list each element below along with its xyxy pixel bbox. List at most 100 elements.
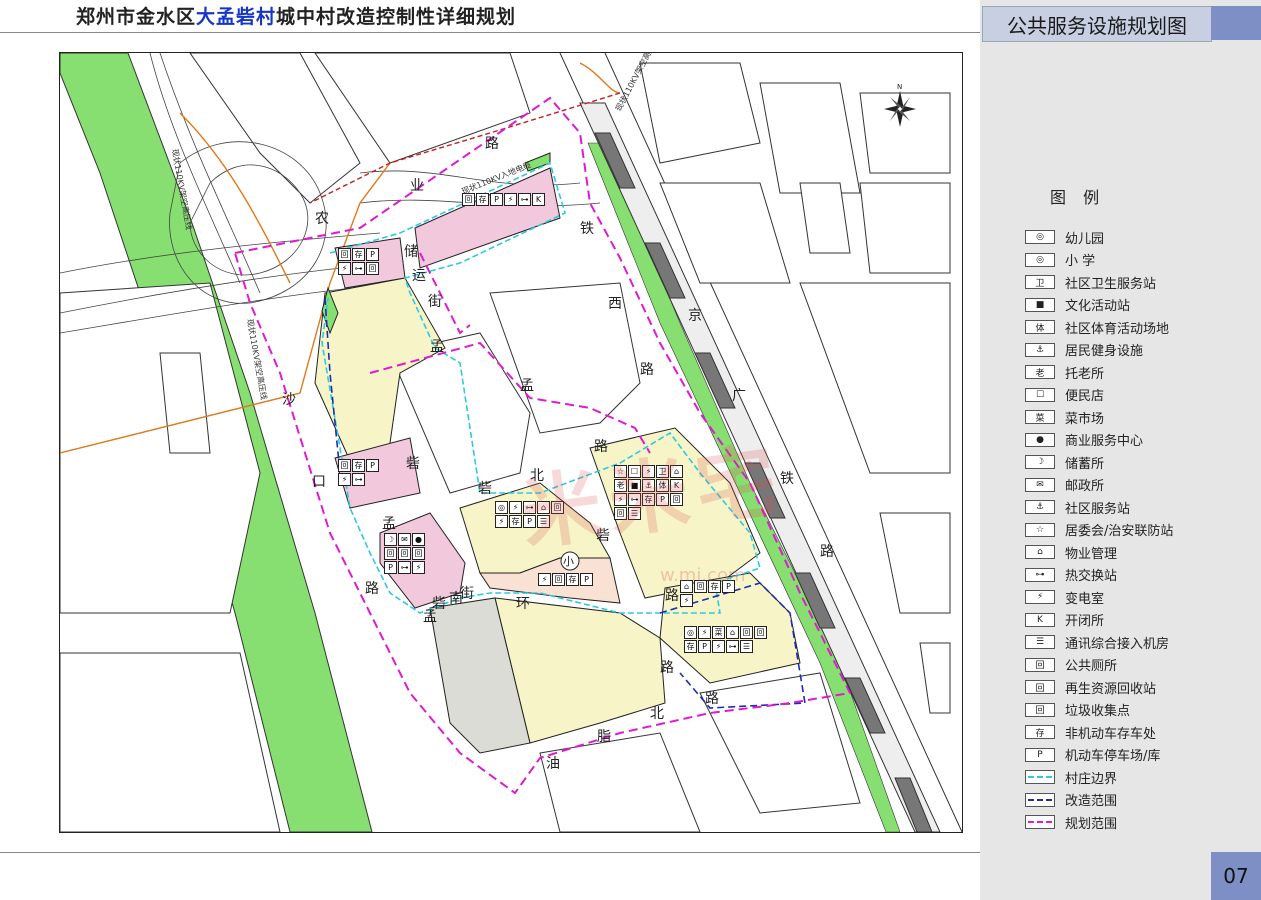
facility-icon[interactable]: 回 bbox=[412, 547, 425, 560]
facility-icon[interactable]: ✉ bbox=[398, 533, 411, 546]
facility-icon[interactable]: ⊶ bbox=[352, 262, 365, 275]
legend-item: ✉ 邮政所 bbox=[1025, 474, 1255, 497]
road-chukou-1: 储 bbox=[404, 244, 418, 260]
legend-symbol-icon: ● bbox=[1025, 432, 1055, 447]
facility-group-3[interactable]: 回存 P ⚡ ⊶ bbox=[338, 459, 388, 486]
watermark-url: w.mi.com bbox=[660, 565, 746, 586]
legend-label: 储蓄所 bbox=[1065, 456, 1105, 472]
facility-icon[interactable]: P bbox=[366, 248, 379, 261]
legend-label: 托老所 bbox=[1065, 366, 1105, 382]
facility-icon[interactable]: 存 bbox=[566, 573, 579, 586]
facility-icon[interactable]: ⊶ bbox=[352, 473, 365, 486]
facility-icon[interactable]: ◎ bbox=[684, 626, 697, 639]
legend-symbol-icon: 菜 bbox=[1025, 410, 1055, 425]
legend-label: 村庄边界 bbox=[1065, 771, 1118, 787]
road-tiexi-3: 路 bbox=[640, 362, 654, 378]
bottom-rule bbox=[0, 852, 980, 853]
facility-group-9[interactable]: ◎ ⚡ 菜 ⌂ 回回存 P ⚡ ⊶ ☰ bbox=[684, 626, 774, 653]
legend-symbol-icon: K bbox=[1025, 612, 1055, 627]
map-frame[interactable]: 路 业 农 储 运 街 铁 西 路 京 广 铁 路 孟 孟 路 北 砦 砦 沙 … bbox=[59, 52, 963, 833]
facility-icon[interactable]: ⊶ bbox=[726, 640, 739, 653]
facility-icon[interactable]: 回 bbox=[338, 459, 351, 472]
facility-icon[interactable]: 存 bbox=[476, 193, 489, 206]
facility-icon[interactable]: ● bbox=[412, 533, 425, 546]
legend-line-swatch bbox=[1025, 792, 1055, 807]
facility-icon[interactable]: 回 bbox=[552, 573, 565, 586]
facility-icon[interactable]: ⊶ bbox=[398, 561, 411, 574]
legend-symbol-icon: 体 bbox=[1025, 320, 1055, 335]
legend-label: 社区体育活动场地 bbox=[1065, 321, 1170, 337]
facility-icon[interactable]: ⚡ bbox=[712, 640, 725, 653]
legend-line-item: 规划范围 bbox=[1025, 811, 1255, 834]
legend-line-swatch bbox=[1025, 815, 1055, 830]
facility-group-2[interactable]: 回存 P ⚡ ⊶ 回 bbox=[338, 248, 388, 275]
facility-icon[interactable]: ◎ bbox=[495, 501, 508, 514]
legend-label: 再生资源回收站 bbox=[1065, 681, 1157, 697]
legend-symbol-icon: ◎ bbox=[1025, 230, 1055, 245]
facility-icon[interactable]: 回 bbox=[754, 626, 767, 639]
legend-item: ☽ 储蓄所 bbox=[1025, 451, 1255, 474]
facility-icon[interactable]: 存 bbox=[352, 248, 365, 261]
facility-icon[interactable]: 存 bbox=[684, 640, 697, 653]
legend-label: 幼儿园 bbox=[1065, 231, 1105, 247]
facility-icon[interactable]: K bbox=[532, 193, 545, 206]
legend-item: 回垃圾收集点 bbox=[1025, 699, 1255, 722]
facility-icon[interactable]: P bbox=[698, 640, 711, 653]
legend-label: 居民健身设施 bbox=[1065, 344, 1144, 360]
road-youzhi-1: 油 bbox=[546, 756, 560, 772]
north-arrow-icon: N bbox=[884, 83, 916, 127]
facility-group-4[interactable]: ☽ ✉ ● 回回回 P ⊶ ⚡ bbox=[384, 533, 434, 574]
facility-group-6[interactable]: ⚡ 回存 P bbox=[538, 573, 610, 586]
facility-icon[interactable]: 存 bbox=[352, 459, 365, 472]
facility-icon[interactable]: ⚡ bbox=[538, 573, 551, 586]
legend-label: 非机动车存车处 bbox=[1065, 726, 1157, 742]
legend-symbol-icon: ☽ bbox=[1025, 455, 1055, 470]
facility-icon[interactable]: 回 bbox=[384, 547, 397, 560]
legend-symbol-icon: ✉ bbox=[1025, 477, 1055, 492]
facility-icon[interactable]: ☽ bbox=[384, 533, 397, 546]
legend-line-swatch bbox=[1025, 770, 1055, 785]
road-tiexi-1: 铁 bbox=[580, 221, 594, 237]
facility-icon[interactable]: ⚡ bbox=[698, 626, 711, 639]
legend-item: ⚓ 居民健身设施 bbox=[1025, 339, 1255, 362]
facility-icon[interactable]: ⚡ bbox=[680, 594, 693, 607]
facility-icon[interactable]: ⌂ bbox=[726, 626, 739, 639]
facility-icon[interactable]: ⊶ bbox=[518, 193, 531, 206]
facility-icon[interactable]: P bbox=[366, 459, 379, 472]
facility-icon[interactable]: P bbox=[580, 573, 593, 586]
facility-icon[interactable]: ☰ bbox=[740, 640, 753, 653]
legend-label: 垃圾收集点 bbox=[1065, 704, 1131, 720]
legend-label: 物业管理 bbox=[1065, 546, 1118, 562]
facility-group-1[interactable]: 回存 P ⚡ ⊶ K bbox=[462, 193, 552, 206]
legend-symbol-icon: ☆ bbox=[1025, 522, 1055, 537]
legend-item: ☐ 便民店 bbox=[1025, 384, 1255, 407]
road-jingguang-4: 路 bbox=[820, 544, 834, 560]
legend-label: 小 学 bbox=[1065, 254, 1096, 270]
facility-icon[interactable]: P bbox=[384, 561, 397, 574]
legend-item: 体社区体育活动场地 bbox=[1025, 316, 1255, 339]
road-tiexi-2: 西 bbox=[608, 296, 622, 312]
facility-icon[interactable]: ⚡ bbox=[338, 473, 351, 486]
legend-symbol-icon: ⚡ bbox=[1025, 590, 1055, 605]
facility-icon[interactable]: 回 bbox=[462, 193, 475, 206]
facility-icon[interactable]: 菜 bbox=[712, 626, 725, 639]
sheet-title: 公共服务设施规划图 bbox=[982, 6, 1212, 42]
road-shakou-3: 路 bbox=[365, 581, 379, 597]
facility-icon[interactable]: 存 bbox=[509, 515, 522, 528]
legend-label: 热交换站 bbox=[1065, 569, 1118, 585]
facility-icon[interactable]: 回 bbox=[366, 262, 379, 275]
facility-icon[interactable]: ⚡ bbox=[412, 561, 425, 574]
legend-label: 社区服务站 bbox=[1065, 501, 1131, 517]
road-jingguang-2: 广 bbox=[732, 388, 746, 404]
facility-icon[interactable]: 回 bbox=[338, 248, 351, 261]
facility-icon[interactable]: P bbox=[490, 193, 503, 206]
facility-icon[interactable]: 回 bbox=[398, 547, 411, 560]
legend-item: 回公共厕所 bbox=[1025, 654, 1255, 677]
facility-icon[interactable]: ⚡ bbox=[504, 193, 517, 206]
page-number: 07 bbox=[1223, 864, 1249, 888]
road-youzhi-3: 北 bbox=[650, 706, 664, 722]
legend-label: 开闭所 bbox=[1065, 614, 1105, 630]
facility-icon[interactable]: 回 bbox=[740, 626, 753, 639]
facility-icon[interactable]: ⚡ bbox=[338, 262, 351, 275]
facility-icon[interactable]: ⚡ bbox=[495, 515, 508, 528]
